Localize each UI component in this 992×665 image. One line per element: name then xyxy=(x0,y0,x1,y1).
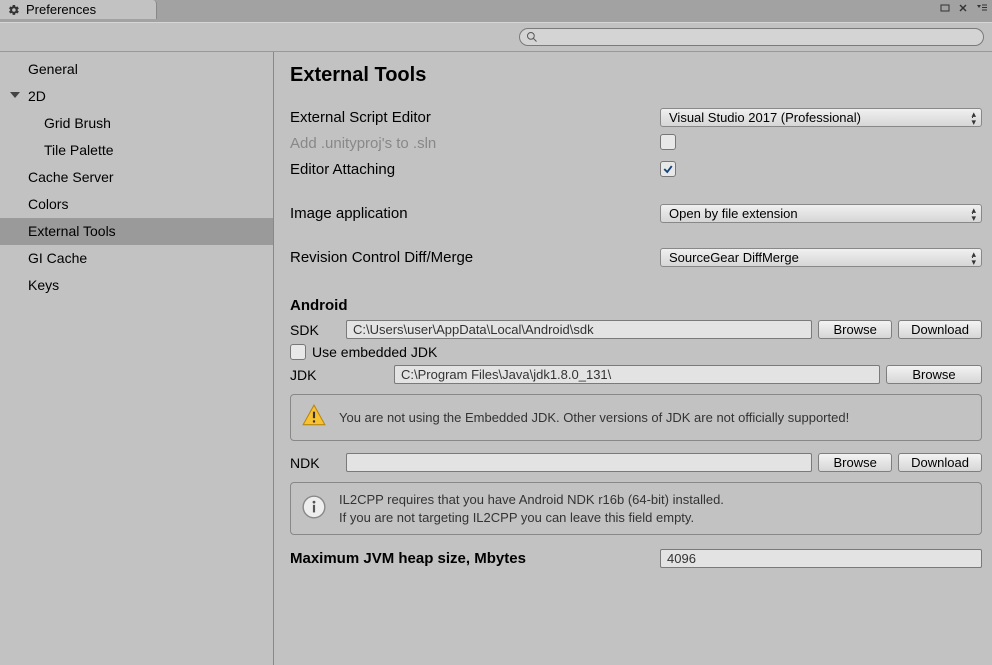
dropdown-value: SourceGear DiffMerge xyxy=(669,250,799,265)
title-bar: Preferences xyxy=(0,0,992,22)
add-unityproj-checkbox[interactable] xyxy=(660,134,676,150)
ndk-label: NDK xyxy=(290,455,340,471)
content-pane: External Tools External Script Editor Vi… xyxy=(274,52,992,665)
revision-control-dropdown[interactable]: SourceGear DiffMerge ▴▾ xyxy=(660,248,982,267)
search-bar xyxy=(0,22,992,52)
sidebar-item-tile-palette[interactable]: Tile Palette xyxy=(0,137,273,164)
sdk-browse-button[interactable]: Browse xyxy=(818,320,892,339)
sidebar-item-gi-cache[interactable]: GI Cache xyxy=(0,245,273,272)
sidebar-item-2d[interactable]: 2D xyxy=(0,83,273,110)
warning-icon xyxy=(301,403,327,432)
search-field[interactable] xyxy=(519,28,984,46)
use-embedded-jdk-label: Use embedded JDK xyxy=(312,344,437,360)
dock-button[interactable] xyxy=(938,2,952,14)
sidebar-item-label: Cache Server xyxy=(28,167,114,188)
sidebar-item-grid-brush[interactable]: Grid Brush xyxy=(0,110,273,137)
sidebar-item-label: Grid Brush xyxy=(44,113,111,134)
sidebar-item-label: 2D xyxy=(28,86,46,107)
sdk-path-input[interactable] xyxy=(346,320,812,339)
sidebar-item-keys[interactable]: Keys xyxy=(0,272,273,299)
search-icon xyxy=(526,31,538,43)
context-menu-button[interactable] xyxy=(974,2,988,14)
close-button[interactable] xyxy=(956,2,970,14)
sidebar-item-cache-server[interactable]: Cache Server xyxy=(0,164,273,191)
sidebar: General 2D Grid Brush Tile Palette Cache… xyxy=(0,52,274,665)
ndk-info-text: IL2CPP requires that you have Android ND… xyxy=(339,491,724,526)
use-embedded-jdk-checkbox[interactable] xyxy=(290,344,306,360)
sidebar-item-label: External Tools xyxy=(28,221,116,242)
sidebar-item-label: GI Cache xyxy=(28,248,87,269)
editor-attaching-label: Editor Attaching xyxy=(290,161,660,178)
editor-attaching-checkbox[interactable] xyxy=(660,161,676,177)
page-title: External Tools xyxy=(290,64,982,87)
android-section-header: Android xyxy=(290,297,982,314)
chevron-updown-icon: ▴▾ xyxy=(971,206,976,222)
ndk-info-line2: If you are not targeting IL2CPP you can … xyxy=(339,509,724,527)
sdk-label: SDK xyxy=(290,322,340,338)
sidebar-item-general[interactable]: General xyxy=(0,56,273,83)
ndk-browse-button[interactable]: Browse xyxy=(818,453,892,472)
dropdown-value: Open by file extension xyxy=(669,206,798,221)
sdk-download-button[interactable]: Download xyxy=(898,320,982,339)
jdk-path-input[interactable] xyxy=(394,365,880,384)
sidebar-item-label: Tile Palette xyxy=(44,140,114,161)
search-input[interactable] xyxy=(542,30,977,44)
jdk-label: JDK xyxy=(290,367,388,383)
heap-size-input[interactable] xyxy=(660,549,982,568)
ndk-info-line1: IL2CPP requires that you have Android ND… xyxy=(339,491,724,509)
jdk-browse-button[interactable]: Browse xyxy=(886,365,982,384)
sidebar-item-label: General xyxy=(28,59,78,80)
ndk-path-input[interactable] xyxy=(346,453,812,472)
image-app-dropdown[interactable]: Open by file extension ▴▾ xyxy=(660,204,982,223)
add-unityproj-label: Add .unityproj's to .sln xyxy=(290,135,660,152)
sidebar-item-external-tools[interactable]: External Tools xyxy=(0,218,273,245)
image-app-label: Image application xyxy=(290,205,660,222)
window-controls xyxy=(938,2,988,14)
heap-size-label: Maximum JVM heap size, Mbytes xyxy=(290,550,660,567)
dropdown-value: Visual Studio 2017 (Professional) xyxy=(669,110,861,125)
external-script-editor-dropdown[interactable]: Visual Studio 2017 (Professional) ▴▾ xyxy=(660,108,982,127)
chevron-updown-icon: ▴▾ xyxy=(971,110,976,126)
info-icon xyxy=(301,494,327,523)
ndk-info-box: IL2CPP requires that you have Android ND… xyxy=(290,482,982,535)
tab-title: Preferences xyxy=(26,2,96,17)
sidebar-item-label: Colors xyxy=(28,194,68,215)
revision-control-label: Revision Control Diff/Merge xyxy=(290,249,660,266)
ndk-download-button[interactable]: Download xyxy=(898,453,982,472)
sidebar-item-label: Keys xyxy=(28,275,59,296)
gear-icon xyxy=(8,4,20,16)
preferences-tab[interactable]: Preferences xyxy=(0,0,157,19)
jdk-warning-box: You are not using the Embedded JDK. Othe… xyxy=(290,394,982,441)
chevron-updown-icon: ▴▾ xyxy=(971,250,976,266)
jdk-warning-text: You are not using the Embedded JDK. Othe… xyxy=(339,409,849,427)
sidebar-item-colors[interactable]: Colors xyxy=(0,191,273,218)
external-script-editor-label: External Script Editor xyxy=(290,109,660,126)
